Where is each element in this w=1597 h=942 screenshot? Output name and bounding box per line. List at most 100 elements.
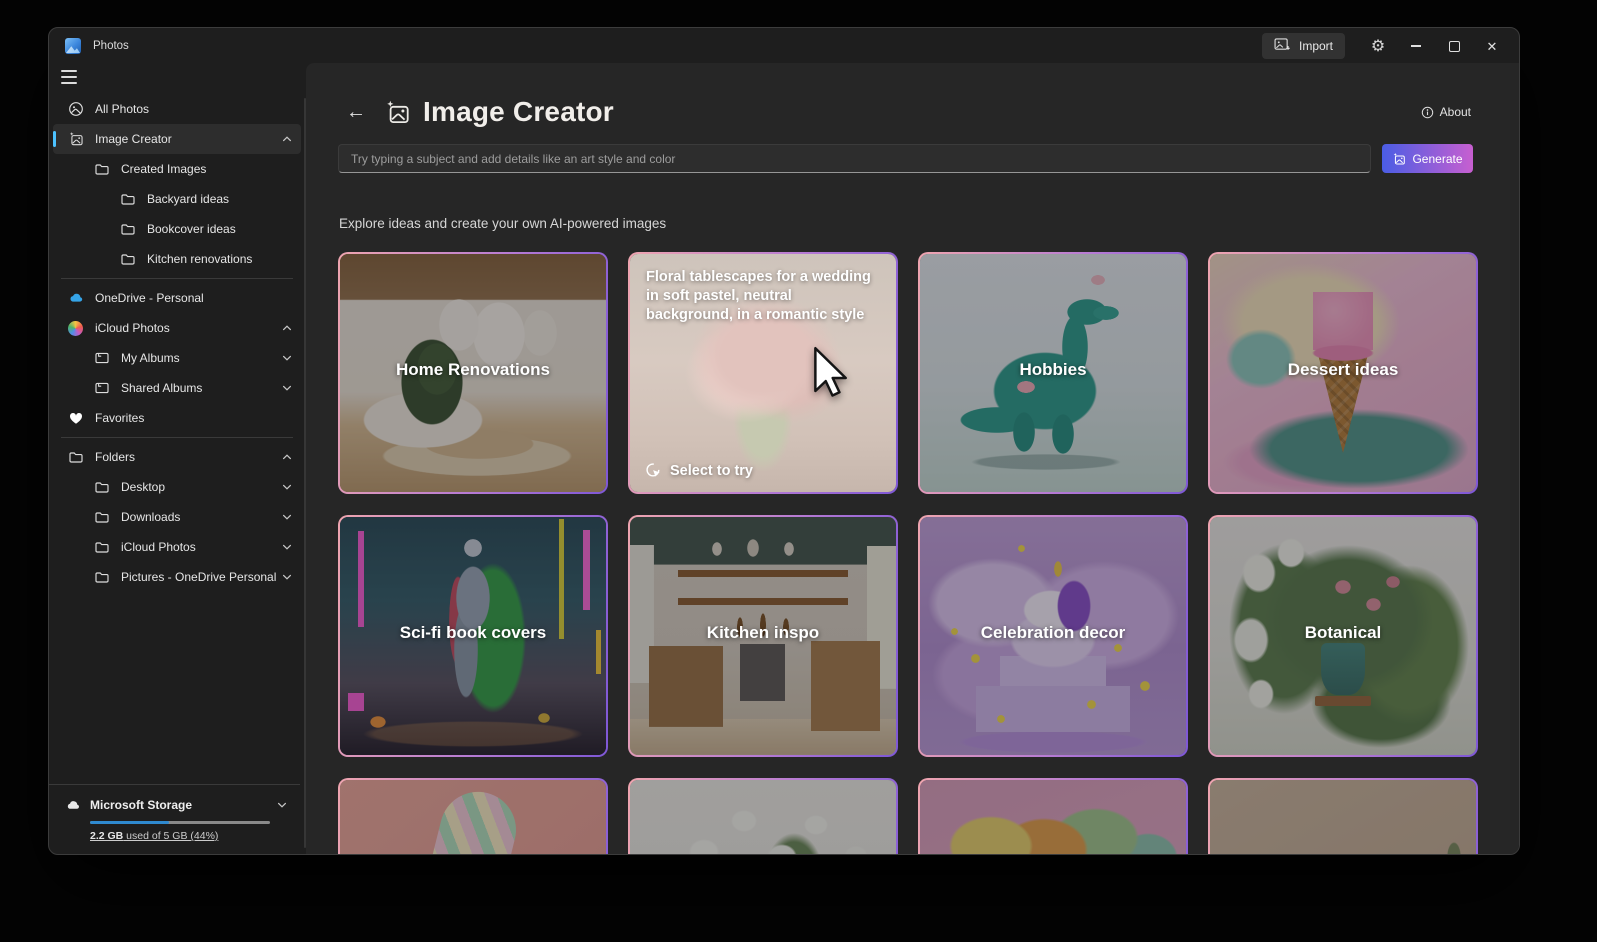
sidebar-item-label: iCloud Photos xyxy=(95,321,170,335)
chevron-down-icon[interactable] xyxy=(276,799,288,811)
generate-button[interactable]: Generate xyxy=(1382,144,1473,173)
content-panel: ← Image Creator About Generate Explore i… xyxy=(306,63,1519,854)
card-pottery[interactable] xyxy=(1208,778,1478,854)
photos-app-icon xyxy=(65,38,81,54)
chevron-up-icon[interactable] xyxy=(281,451,293,463)
card-soft-serve[interactable] xyxy=(338,778,608,854)
card-home-renovations[interactable]: Home Renovations xyxy=(338,252,608,494)
generate-label: Generate xyxy=(1412,152,1462,166)
card-title: Botanical xyxy=(1210,623,1476,643)
maximize-icon xyxy=(1449,41,1460,52)
titlebar[interactable]: Photos Import ⚙ ✕ xyxy=(49,28,1519,64)
prompt-input[interactable] xyxy=(338,144,1371,173)
sidebar-item-label: My Albums xyxy=(121,351,180,365)
sidebar-item-created-images[interactable]: Created Images xyxy=(53,154,301,184)
sparkle-image-icon xyxy=(1392,152,1406,166)
chevron-down-icon[interactable] xyxy=(281,352,293,364)
about-label: About xyxy=(1440,105,1471,119)
sidebar-list: All Photos Image Creator Created Images Bac… xyxy=(53,94,301,592)
card-scifi-book-covers[interactable]: Sci-fi book covers xyxy=(338,515,608,757)
minimize-button[interactable] xyxy=(1397,28,1435,64)
storage-section: Microsoft Storage 2.2 GB used of 5 GB (4… xyxy=(49,784,300,854)
card-inner xyxy=(1210,780,1476,854)
card-botanical[interactable]: Botanical xyxy=(1208,515,1478,757)
settings-button[interactable]: ⚙ xyxy=(1359,28,1397,64)
card-inner: Hobbies xyxy=(920,254,1186,492)
card-dim-overlay xyxy=(1210,780,1476,854)
prompt-row: Generate xyxy=(338,144,1473,173)
idea-cards-grid: Home Renovations Floral tablescapes for a… xyxy=(338,252,1478,854)
import-button[interactable]: Import xyxy=(1262,33,1345,59)
folder-icon xyxy=(67,449,84,466)
card-macarons[interactable] xyxy=(918,778,1188,854)
storage-row[interactable]: Microsoft Storage xyxy=(65,796,288,813)
folder-icon xyxy=(119,251,136,268)
card-white-flowers[interactable] xyxy=(628,778,898,854)
sidebar-item-my-albums[interactable]: My Albums xyxy=(53,343,301,373)
sidebar-item-label: All Photos xyxy=(95,102,149,116)
sidebar-item-label: Desktop xyxy=(121,480,165,494)
card-dessert-ideas[interactable]: Dessert ideas xyxy=(1208,252,1478,494)
chevron-up-icon[interactable] xyxy=(281,322,293,334)
card-inner: Home Renovations xyxy=(340,254,606,492)
photo-icon xyxy=(67,101,84,118)
page-title: Image Creator xyxy=(423,96,614,128)
storage-label: Microsoft Storage xyxy=(90,798,192,812)
card-inner: Celebration decor xyxy=(920,517,1186,755)
sidebar-item-label: Folders xyxy=(95,450,135,464)
card-kitchen-inspo[interactable]: Kitchen inspo xyxy=(628,515,898,757)
sidebar-item-all-photos[interactable]: All Photos xyxy=(53,94,301,124)
sidebar-item-label: OneDrive - Personal xyxy=(95,291,204,305)
sidebar-item-folders[interactable]: Folders xyxy=(53,442,301,472)
sidebar-item-label: Image Creator xyxy=(95,132,172,146)
onedrive-icon xyxy=(67,290,84,307)
sidebar-item-image-creator[interactable]: Image Creator xyxy=(53,124,301,154)
card-dim-overlay xyxy=(630,780,896,854)
sidebar-item-icloud-photos-folder[interactable]: iCloud Photos xyxy=(53,532,301,562)
sidebar-item-label: Shared Albums xyxy=(121,381,202,395)
sidebar-item-bookcover-ideas[interactable]: Bookcover ideas xyxy=(53,214,301,244)
navigation-menu-button[interactable] xyxy=(61,70,77,84)
card-title: Kitchen inspo xyxy=(630,623,896,643)
info-icon xyxy=(1421,106,1434,119)
card-hobbies[interactable]: Hobbies xyxy=(918,252,1188,494)
sidebar-item-desktop[interactable]: Desktop xyxy=(53,472,301,502)
chevron-down-icon[interactable] xyxy=(281,382,293,394)
card-inner: Sci-fi book covers xyxy=(340,517,606,755)
select-to-try[interactable]: Select to try xyxy=(645,462,753,479)
card-prompt-text: Floral tablescapes for a wedding in soft… xyxy=(630,254,896,325)
card-celebration-decor[interactable]: Celebration decor xyxy=(918,515,1188,757)
folder-icon xyxy=(93,569,110,586)
storage-usage-text[interactable]: 2.2 GB used of 5 GB (44%) xyxy=(90,830,288,842)
sidebar-item-label: Backyard ideas xyxy=(147,192,229,206)
card-inner xyxy=(630,780,896,854)
back-button[interactable]: ← xyxy=(346,102,366,122)
chevron-down-icon[interactable] xyxy=(281,511,293,523)
image-creator-icon xyxy=(67,131,84,148)
sidebar-item-downloads[interactable]: Downloads xyxy=(53,502,301,532)
photos-app-window: Photos Import ⚙ ✕ All Photos Image Creato… xyxy=(48,27,1520,855)
sidebar-separator xyxy=(61,278,293,279)
card-inner: Floral tablescapes for a wedding in soft… xyxy=(630,254,896,492)
sidebar-item-label: Kitchen renovations xyxy=(147,252,252,266)
sidebar-item-onedrive-personal[interactable]: OneDrive - Personal xyxy=(53,283,301,313)
chevron-up-icon[interactable] xyxy=(281,133,293,145)
about-button[interactable]: About xyxy=(1421,105,1471,119)
chevron-down-icon[interactable] xyxy=(281,541,293,553)
sidebar-item-backyard-ideas[interactable]: Backyard ideas xyxy=(53,184,301,214)
folder-icon xyxy=(119,191,136,208)
sidebar-item-shared-albums[interactable]: Shared Albums xyxy=(53,373,301,403)
storage-progress-bar xyxy=(90,821,270,824)
card-floral-tablescapes[interactable]: Floral tablescapes for a wedding in soft… xyxy=(628,252,898,494)
chevron-down-icon[interactable] xyxy=(281,481,293,493)
chevron-down-icon[interactable] xyxy=(281,571,293,583)
maximize-button[interactable] xyxy=(1435,28,1473,64)
sidebar-item-favorites[interactable]: Favorites xyxy=(53,403,301,433)
close-button[interactable]: ✕ xyxy=(1473,28,1511,64)
card-dim-overlay xyxy=(340,780,606,854)
sidebar-item-icloud-photos[interactable]: iCloud Photos xyxy=(53,313,301,343)
heart-icon xyxy=(67,410,84,427)
sidebar-item-kitchen-renovations[interactable]: Kitchen renovations xyxy=(53,244,301,274)
cloud-icon xyxy=(65,796,81,813)
sidebar-item-pictures-onedrive-personal[interactable]: Pictures - OneDrive Personal xyxy=(53,562,301,592)
